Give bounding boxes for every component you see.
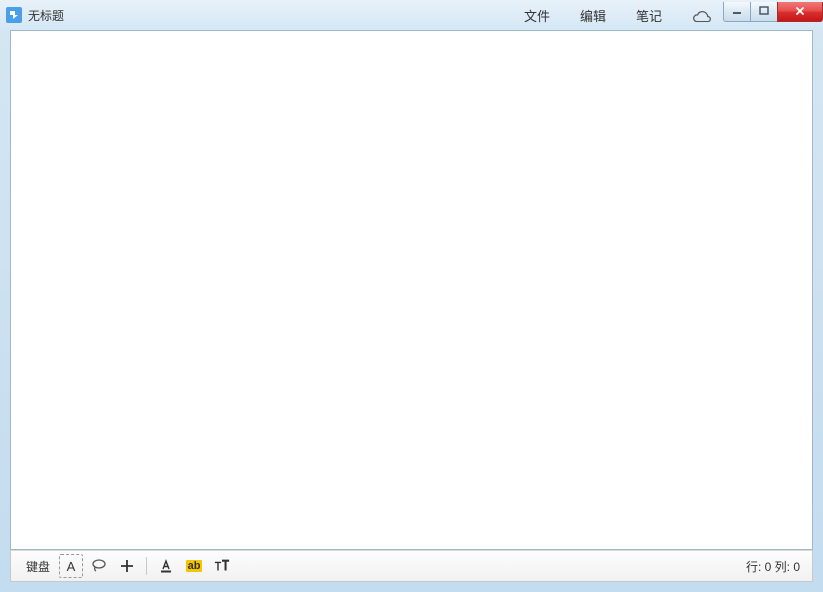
menu-file[interactable]: 文件	[520, 4, 554, 27]
letter-a-icon: A	[67, 559, 76, 574]
menu-note[interactable]: 笔记	[632, 4, 666, 27]
window-title: 无标题	[28, 7, 64, 24]
text-size-icon	[214, 558, 230, 574]
add-button[interactable]	[115, 554, 139, 578]
window-controls	[724, 2, 823, 22]
lasso-icon	[91, 558, 107, 574]
bottom-toolbar: 键盘 A ab 行: 0 列: 0	[10, 550, 813, 582]
titlebar: 无标题 文件 编辑 笔记	[0, 0, 823, 30]
editor-area	[10, 30, 813, 550]
text-input-mode-button[interactable]: A	[59, 554, 83, 578]
font-color-button[interactable]	[154, 554, 178, 578]
cursor-position-status: 行: 0 列: 0	[746, 558, 804, 575]
text-size-button[interactable]	[210, 554, 234, 578]
text-editor[interactable]	[11, 31, 812, 549]
cloud-icon[interactable]	[688, 8, 716, 22]
plus-icon	[119, 558, 135, 574]
close-button[interactable]	[777, 2, 823, 22]
menubar: 文件 编辑 笔记	[520, 4, 716, 27]
lasso-button[interactable]	[87, 554, 111, 578]
menu-edit[interactable]: 编辑	[576, 4, 610, 27]
highlight-icon: ab	[186, 560, 203, 572]
app-icon	[6, 7, 22, 23]
separator	[146, 557, 147, 575]
maximize-button[interactable]	[750, 2, 778, 22]
highlight-button[interactable]: ab	[182, 554, 206, 578]
minimize-button[interactable]	[723, 2, 751, 22]
keyboard-button[interactable]: 键盘	[19, 554, 57, 579]
font-color-icon	[158, 558, 174, 574]
